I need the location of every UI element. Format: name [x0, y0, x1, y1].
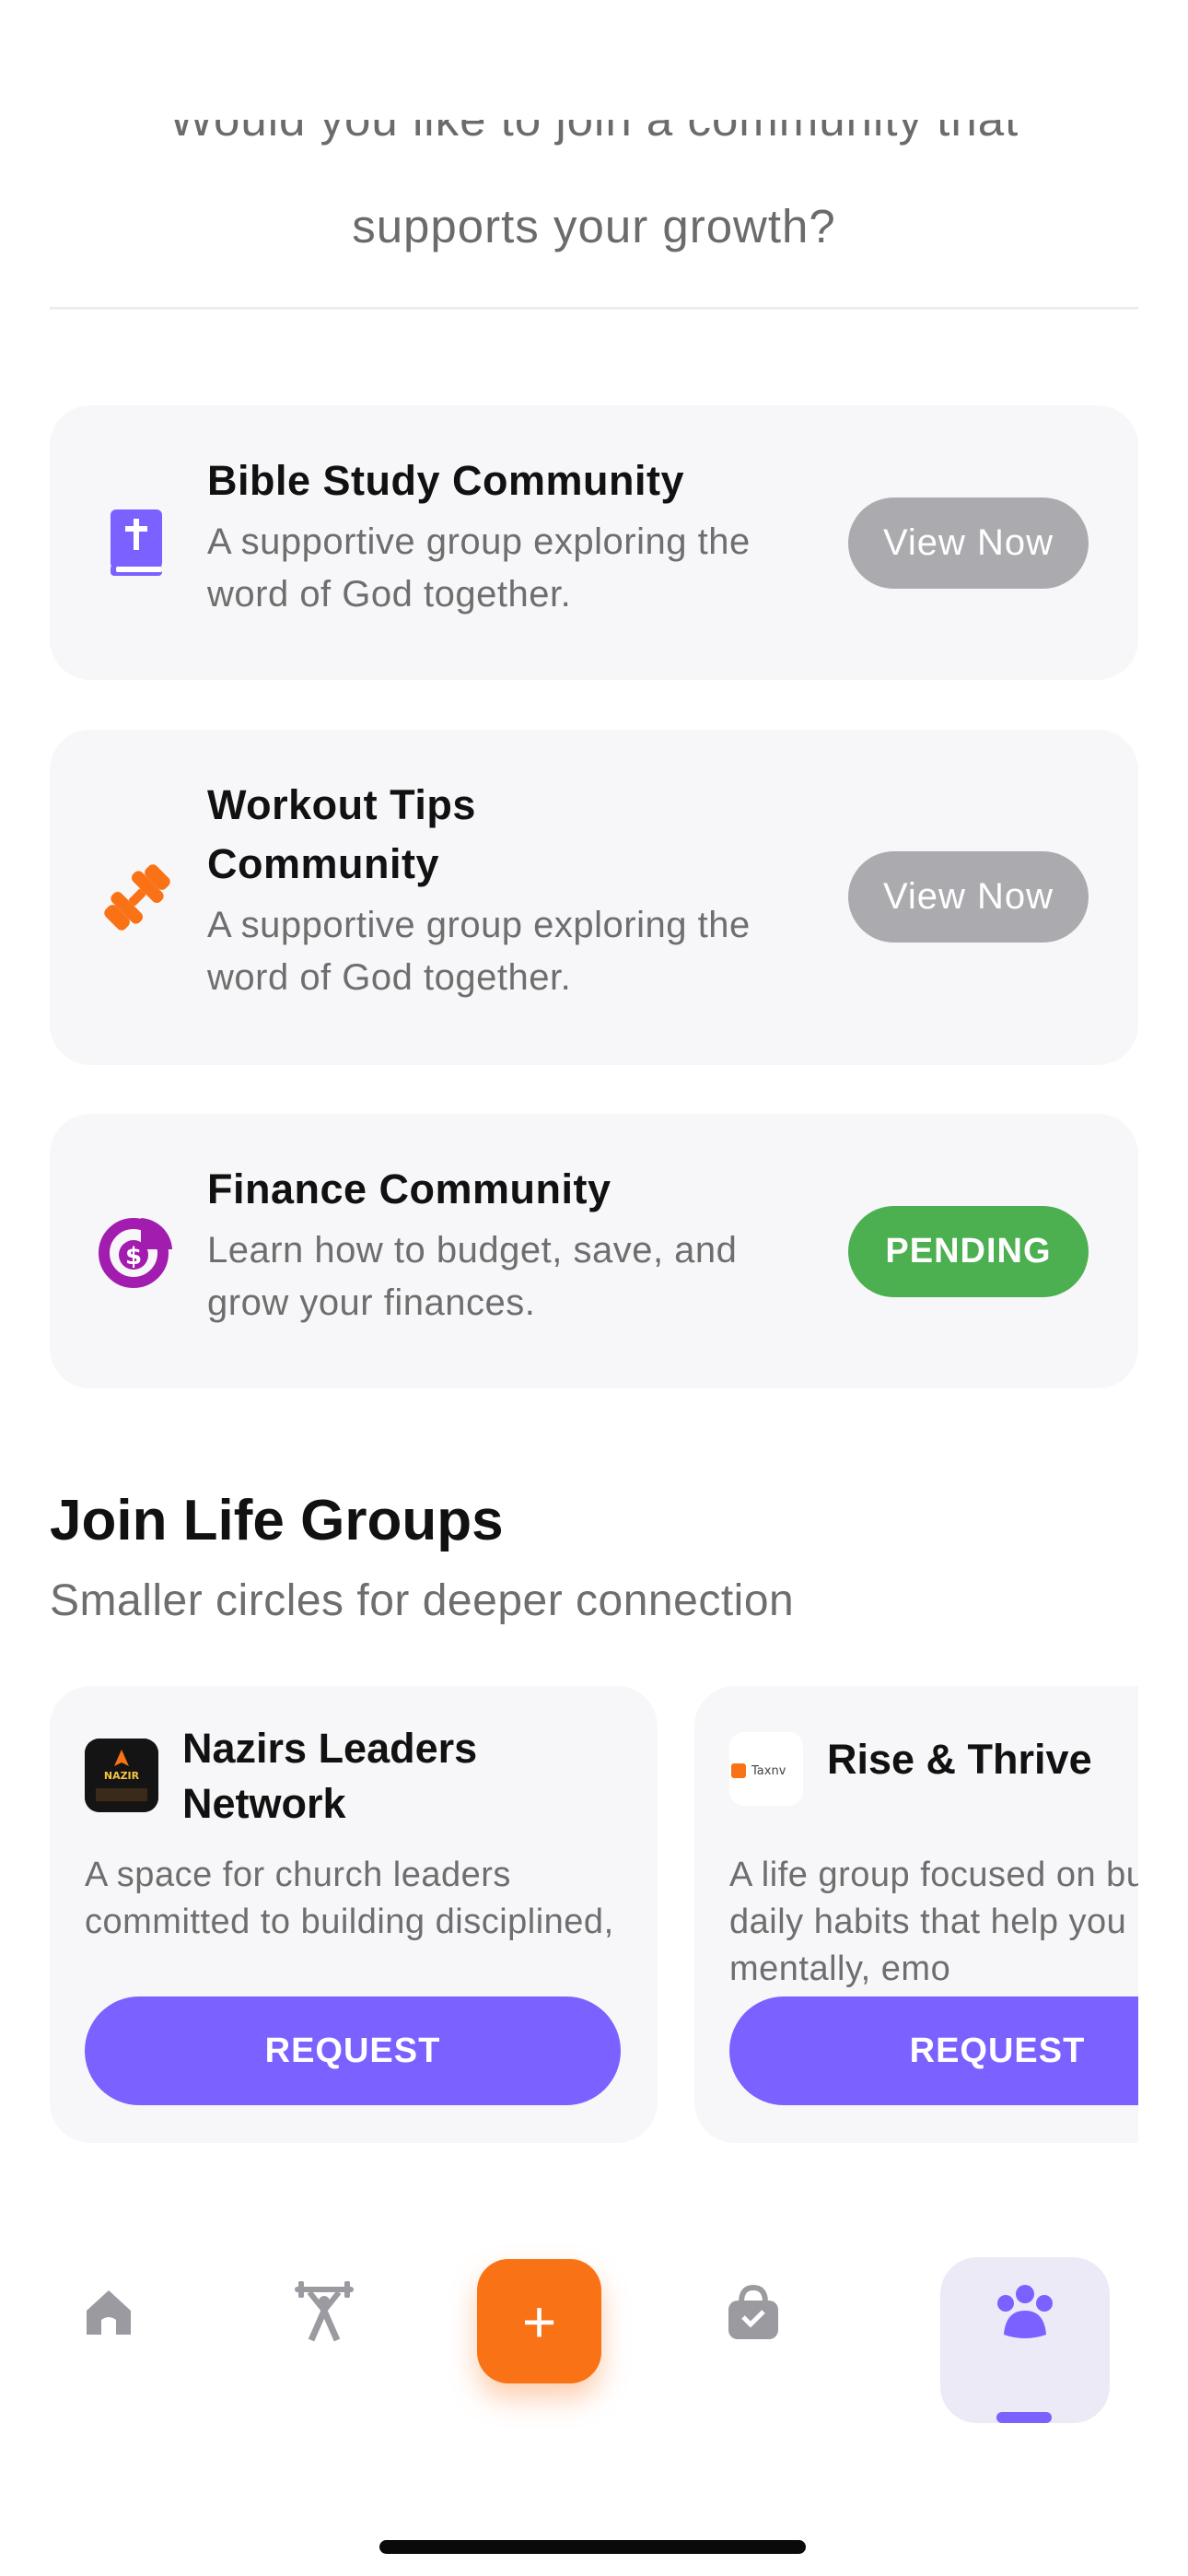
home-indicator	[379, 2540, 806, 2554]
add-button[interactable]: +	[477, 2259, 601, 2383]
intro-line-2: supports your growth?	[352, 200, 836, 252]
active-tab-indicator	[996, 2412, 1052, 2423]
community-card-bible-study[interactable]: Bible Study Community A supportive group…	[50, 405, 1138, 680]
view-now-button[interactable]: View Now	[848, 498, 1089, 589]
life-group-card[interactable]: Taxnv Rise & Thrive A life group focused…	[694, 1686, 1138, 2143]
bible-icon	[96, 501, 179, 584]
community-title: Workout Tips Community	[207, 781, 476, 887]
life-group-card[interactable]: NAZIR Nazirs Leaders Network A space for…	[50, 1686, 658, 2143]
group-description: A space for church leaders committed to …	[85, 1856, 614, 1941]
request-button[interactable]: REQUEST	[729, 1996, 1138, 2105]
pending-status-button[interactable]: PENDING	[848, 1206, 1089, 1297]
life-groups-title: Join Life Groups	[50, 1489, 504, 1552]
group-title: Rise & Thrive	[827, 1736, 1092, 1783]
divider	[50, 307, 1138, 310]
life-groups-carousel[interactable]: NAZIR Nazirs Leaders Network A space for…	[50, 1686, 1138, 2147]
community-description: A supportive group exploring the word of…	[207, 521, 751, 615]
request-button[interactable]: REQUEST	[85, 1996, 621, 2105]
group-title: Nazirs Leaders Network	[182, 1725, 478, 1827]
community-description: Learn how to budget, save, and grow your…	[207, 1230, 738, 1323]
life-groups-subtitle: Smaller circles for deeper connection	[50, 1576, 795, 1625]
community-card-finance[interactable]: $ Finance Community Learn how to budget,…	[50, 1114, 1138, 1388]
add-icon: +	[521, 2288, 557, 2355]
bottom-tab-bar: +	[0, 2193, 1188, 2469]
group-logo: Taxnv	[729, 1732, 803, 1806]
svg-text:NAZIR: NAZIR	[104, 1770, 140, 1782]
group-logo: NAZIR	[85, 1739, 158, 1812]
community-icon[interactable]	[970, 2257, 1080, 2368]
community-card-workout-tips[interactable]: Workout Tips Community A supportive grou…	[50, 730, 1138, 1065]
community-title: Bible Study Community	[207, 457, 685, 504]
svg-text:$: $	[125, 1243, 142, 1270]
view-now-button[interactable]: View Now	[848, 851, 1089, 943]
home-icon[interactable]	[53, 2257, 164, 2368]
group-description: A life group focused on building daily h…	[729, 1856, 1138, 1988]
finance-icon: $	[96, 1210, 179, 1293]
dumbbell-icon	[96, 856, 179, 939]
intro-line-1: Would you like to join a community that	[50, 120, 1138, 153]
intro-text: Would you like to join a community that …	[50, 120, 1138, 260]
svg-text:Taxnv: Taxnv	[751, 1764, 786, 1778]
community-title: Finance Community	[207, 1165, 611, 1212]
community-description: A supportive group exploring the word of…	[207, 905, 751, 998]
workout-icon[interactable]	[269, 2257, 379, 2368]
shop-icon[interactable]	[698, 2257, 809, 2368]
